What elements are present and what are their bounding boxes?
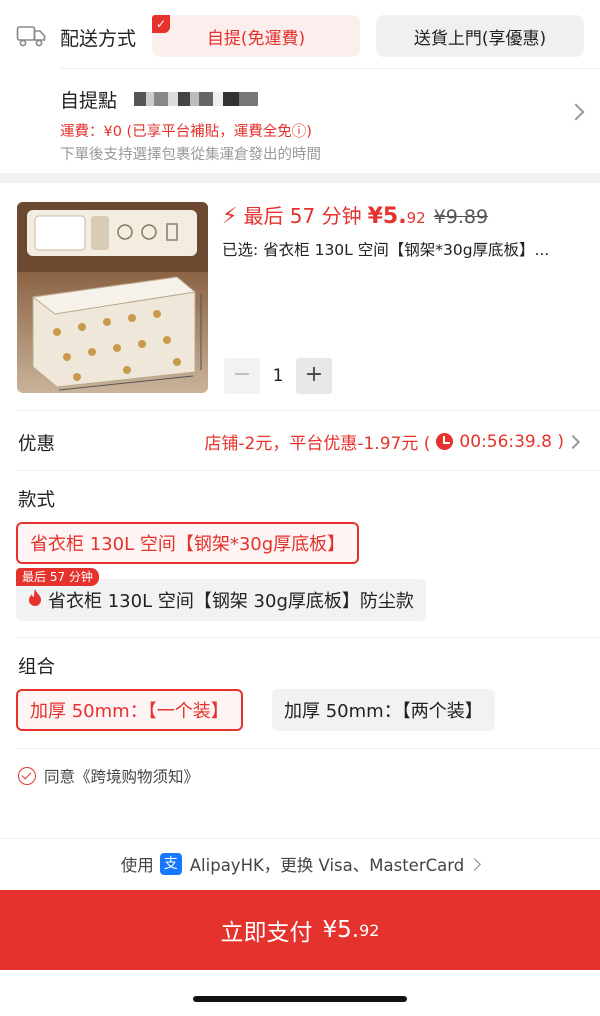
pay-now-button[interactable]: 立即支付 ¥5. 92: [0, 890, 600, 970]
price-original: ¥9.89: [433, 206, 489, 228]
product-price-line: ⚡ 最后 57 分钟 ¥5. 92 ¥9.89: [222, 200, 488, 229]
self-pickup-label: 自提(免運費): [206, 28, 306, 49]
delivery-method-label: 配送方式: [60, 28, 137, 50]
product-image: [17, 202, 208, 393]
payment-method-row[interactable]: 使用 支 AlipayHK，更换 Visa、MasterCard: [0, 852, 600, 876]
combo-label: 组合: [18, 657, 56, 678]
divider: [16, 637, 600, 638]
lightning-icon: ⚡: [222, 204, 238, 229]
payment-prefix: 使用: [120, 856, 154, 875]
quantity-value[interactable]: 1: [262, 358, 294, 394]
countdown-tag: 最后 57 分钟: [16, 568, 99, 586]
style-label: 款式: [18, 490, 56, 511]
shipping-fee-text: 運費：¥0 (已享平台補貼，運費全免ⓘ): [60, 124, 312, 140]
flame-icon: [28, 588, 42, 612]
combo-option-label: 加厚 50mm：【一个装】: [30, 701, 229, 722]
checked-circle-icon[interactable]: [18, 767, 36, 785]
home-delivery-label: 送貨上門(享優惠): [413, 28, 547, 49]
divider: [16, 748, 600, 749]
self-pickup-option[interactable]: 自提(免運費): [152, 15, 360, 57]
discount-text: 店铺-2元，平台优惠-1.97元 (: [204, 434, 431, 454]
chevron-right-icon: [468, 857, 482, 871]
truck-icon: [16, 26, 46, 47]
pay-button-price: ¥5.: [322, 917, 360, 943]
discount-timer: 00:56:39.8 ): [459, 431, 564, 452]
discount-detail: 店铺-2元，平台优惠-1.97元 ( 00:56:39.8 ): [204, 429, 564, 455]
divider: [0, 838, 600, 839]
divider: [60, 68, 600, 69]
combo-option-label: 加厚 50mm：【两个装】: [284, 701, 483, 722]
discount-label: 优惠: [18, 434, 56, 455]
price-current: ¥5.: [367, 204, 407, 229]
quantity-decrease-button[interactable]: −: [224, 358, 260, 394]
quantity-increase-button[interactable]: +: [296, 358, 332, 394]
pay-button-label: 立即支付: [220, 920, 313, 946]
selected-spec: 已选: 省衣柜 130L 空间【钢架*30g厚底板】...: [222, 241, 550, 259]
combo-option-2[interactable]: 加厚 50mm：【两个装】: [272, 689, 495, 731]
alipay-icon: 支: [159, 853, 182, 875]
style-option-1[interactable]: 省衣柜 130L 空间【钢架*30g厚底板】: [16, 522, 360, 564]
home-delivery-option[interactable]: 送貨上門(享優惠): [376, 15, 584, 57]
home-indicator[interactable]: [193, 996, 407, 1002]
pickup-point-title: 自提點: [60, 90, 118, 112]
price-decimal: 92: [406, 209, 426, 227]
agreement-row[interactable]: 同意《跨境购物须知》: [18, 765, 199, 787]
pay-button-price-decimal: 92: [359, 920, 380, 940]
divider: [16, 470, 600, 471]
pickup-address-redacted: [134, 92, 258, 106]
style-option-label: 省衣柜 130L 空间【钢架 30g厚底板】防尘款: [48, 591, 414, 612]
pickup-note: 下單後支持選擇包裹從集運倉發出的時間: [60, 147, 321, 163]
section-separator: [0, 173, 600, 183]
alarm-clock-icon: [436, 433, 454, 450]
selected-check-icon: ✓: [152, 15, 170, 33]
payment-method-text: AlipayHK，更换 Visa、MasterCard: [189, 856, 465, 875]
agreement-text[interactable]: 同意《跨境购物须知》: [44, 765, 199, 787]
combo-option-1[interactable]: 加厚 50mm：【一个装】: [16, 689, 243, 731]
countdown-label: 最后 57 分钟: [243, 204, 362, 228]
style-option-label: 省衣柜 130L 空间【钢架*30g厚底板】: [30, 534, 346, 555]
